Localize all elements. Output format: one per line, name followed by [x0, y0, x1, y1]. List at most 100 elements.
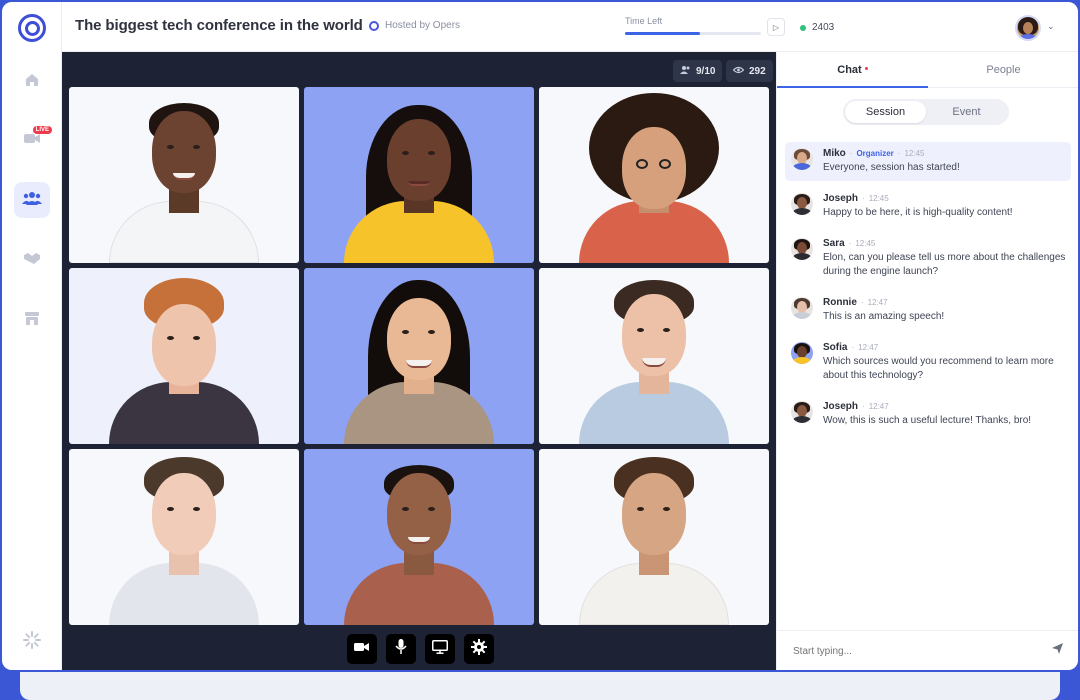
sidebar-item-networking[interactable]	[14, 242, 50, 278]
avatar	[791, 401, 813, 423]
segment-event[interactable]: Event	[926, 101, 1007, 123]
participant-video	[569, 93, 739, 263]
message-text: Which sources would you recommend to lea…	[823, 356, 1054, 381]
video-tile[interactable]	[539, 87, 769, 263]
camera-icon	[354, 640, 370, 658]
message-text: Elon, can you please tell us more about …	[823, 252, 1066, 277]
people-group-icon	[22, 190, 42, 211]
message-time: 12:45	[855, 239, 876, 248]
message-time: 12:45	[904, 149, 925, 158]
message-author[interactable]: Joseph	[823, 193, 858, 204]
chevron-down-icon[interactable]: ⌄	[1047, 21, 1055, 32]
participant-video	[334, 274, 504, 444]
video-tile[interactable]	[539, 268, 769, 444]
video-grid	[69, 87, 769, 625]
sidebar-item-live[interactable]: LIVE	[14, 122, 52, 158]
handshake-icon	[23, 250, 41, 271]
time-left-label: Time Left	[625, 16, 663, 26]
message-author[interactable]: Miko	[823, 148, 846, 159]
send-button[interactable]	[1049, 643, 1065, 659]
time-left-progress	[625, 32, 761, 35]
sidebar-footer-spinner	[14, 624, 50, 660]
app-logo-icon[interactable]	[18, 14, 46, 42]
video-tile[interactable]	[539, 449, 769, 625]
organizer-badge: Organizer	[856, 149, 894, 158]
message-author[interactable]: Sofia	[823, 342, 847, 353]
online-status-icon	[800, 24, 806, 31]
time-left-progress-fill	[625, 32, 700, 35]
video-tile[interactable]	[69, 268, 299, 444]
chat-panel: Chat People Session Event Miko · Organiz…	[776, 52, 1078, 670]
call-controls	[347, 634, 494, 664]
message-author[interactable]: Ronnie	[823, 297, 857, 308]
microphone-toggle-button[interactable]	[386, 634, 416, 664]
sidebar: LIVE	[2, 2, 62, 670]
camera-toggle-button[interactable]	[347, 634, 377, 664]
eye-icon	[732, 66, 745, 77]
sidebar-item-sessions[interactable]	[14, 182, 50, 218]
hosted-by-label: Hosted by Opers	[385, 20, 461, 31]
segment-session[interactable]: Session	[845, 101, 926, 123]
home-icon	[24, 72, 40, 93]
online-viewer-count: 2403	[812, 22, 835, 33]
stage-viewers-chip: 292	[726, 60, 773, 82]
sidebar-item-booths[interactable]	[14, 302, 50, 338]
video-tile[interactable]	[304, 87, 534, 263]
people-icon	[680, 65, 691, 78]
live-badge: LIVE	[32, 126, 52, 134]
message-time: 12:45	[868, 194, 889, 203]
top-header: The biggest tech conference in the world…	[62, 2, 1078, 52]
host-logo-icon	[369, 20, 379, 31]
sidebar-toggle-icon: ▷	[772, 22, 780, 32]
message-composer	[777, 630, 1078, 670]
avatar	[791, 238, 813, 260]
stage-viewers-count: 292	[749, 65, 766, 77]
chat-message: Joseph · 12:47 Wow, this is such a usefu…	[785, 395, 1071, 434]
video-tile[interactable]	[304, 449, 534, 625]
loading-spinner-icon	[23, 630, 41, 654]
settings-icon	[471, 638, 487, 660]
online-viewers: 2403	[800, 22, 834, 33]
message-author[interactable]: Sara	[823, 238, 845, 249]
hosted-by[interactable]: Hosted by Opers	[369, 20, 460, 31]
message-text: Wow, this is such a useful lecture! Than…	[823, 415, 1032, 426]
unread-dot-icon	[864, 67, 868, 70]
booth-icon	[24, 310, 40, 331]
message-time: 12:47	[858, 343, 879, 352]
page-title: The biggest tech conference in the world	[75, 17, 363, 34]
video-tile[interactable]	[69, 449, 299, 625]
message-text: Everyone, session has started!	[823, 162, 960, 173]
tab-chat-label: Chat	[837, 64, 862, 76]
participant-video	[569, 274, 739, 444]
participant-video	[99, 274, 269, 444]
avatar	[791, 297, 813, 319]
video-tile[interactable]	[69, 87, 299, 263]
message-author[interactable]: Joseph	[823, 401, 858, 412]
background-card	[20, 672, 1060, 700]
message-input[interactable]	[793, 646, 1013, 657]
send-icon	[1051, 642, 1064, 660]
message-text: Happy to be here, it is high-quality con…	[823, 207, 1013, 218]
settings-button[interactable]	[464, 634, 494, 664]
participant-video	[99, 455, 269, 625]
chat-scope-toggle: Session Event	[843, 99, 1009, 125]
participant-video	[569, 455, 739, 625]
chat-message: Sofia · 12:47 Which sources would you re…	[785, 336, 1071, 389]
video-tile[interactable]	[304, 268, 534, 444]
screen-share-button[interactable]	[425, 634, 455, 664]
tab-people-label: People	[986, 64, 1021, 76]
message-time: 12:47	[867, 298, 888, 307]
chat-messages: Miko · Organizer · 12:45 Everyone, sessi…	[785, 142, 1071, 440]
tab-people[interactable]: People	[928, 52, 1078, 87]
collapse-panel-button[interactable]: ▷	[767, 18, 785, 36]
user-avatar[interactable]	[1015, 15, 1041, 41]
participants-count-chip: 9/10	[673, 60, 723, 82]
microphone-icon	[395, 638, 407, 660]
message-text: This is an amazing speech!	[823, 311, 945, 322]
participant-video	[334, 455, 504, 625]
sidebar-item-home[interactable]	[14, 64, 50, 100]
chat-message: Sara · 12:45 Elon, can you please tell u…	[785, 232, 1071, 285]
chat-message: Joseph · 12:45 Happy to be here, it is h…	[785, 187, 1071, 226]
tab-chat[interactable]: Chat	[777, 52, 928, 88]
panel-tabs: Chat People	[777, 52, 1078, 88]
